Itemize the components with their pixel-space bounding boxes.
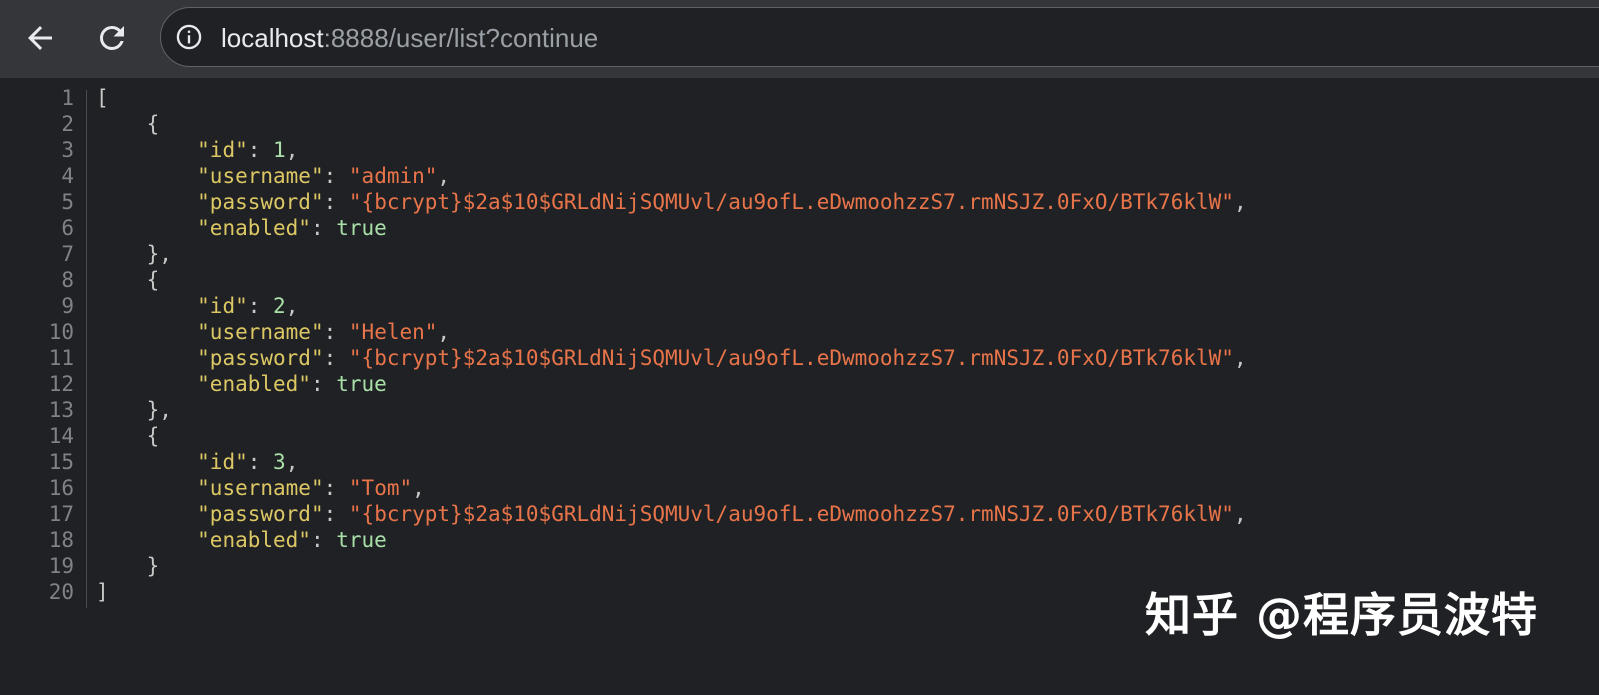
code-line: 11 "password": "{bcrypt}$2a$10$GRLdNijSQ… [8,345,1247,371]
line-number: 12 [48,372,74,396]
back-button[interactable] [16,14,64,62]
line-number: 1 [61,86,74,110]
line-number: 9 [61,294,74,318]
json-key-username: "username" [197,164,324,188]
url-path: :8888/user/list?continue [323,23,599,53]
line-number: 10 [48,320,74,344]
line-number: 6 [61,216,74,240]
code-line: 20] [8,579,1247,605]
code-line: 10 "username": "Helen", [8,319,1247,345]
code-line: 2 { [8,111,1247,137]
line-number: 4 [61,164,74,188]
user-enabled: true [336,528,387,552]
code-line: 16 "username": "Tom", [8,475,1247,501]
code-line: 15 "id": 3, [8,449,1247,475]
json-key-username: "username" [197,320,324,344]
code-line: 8 { [8,267,1247,293]
reload-button[interactable] [88,14,136,62]
user-username: Helen [361,320,425,344]
json-key-enabled: "enabled" [197,216,311,240]
address-bar[interactable]: localhost:8888/user/list?continue [160,7,1599,67]
user-username: admin [361,164,425,188]
line-number: 3 [61,138,74,162]
code-line: 9 "id": 2, [8,293,1247,319]
line-number: 13 [48,398,74,422]
user-username: Tom [361,476,400,500]
code-line: 12 "enabled": true [8,371,1247,397]
json-key-enabled: "enabled" [197,528,311,552]
line-number: 18 [48,528,74,552]
code-line: 4 "username": "admin", [8,163,1247,189]
code-line: 18 "enabled": true [8,527,1247,553]
line-number: 19 [48,554,74,578]
json-key-password: "password" [197,502,324,526]
info-circle-icon[interactable] [175,23,203,51]
user-id: 1 [273,138,286,162]
json-key-password: "password" [197,190,324,214]
code-line: 17 "password": "{bcrypt}$2a$10$GRLdNijSQ… [8,501,1247,527]
json-key-enabled: "enabled" [197,372,311,396]
json-key-id: "id" [197,450,248,474]
user-password: {bcrypt}$2a$10$GRLdNijSQMUvl/au9ofL.eDwm… [361,190,1222,214]
line-number: 11 [48,346,74,370]
line-number: 2 [61,112,74,136]
code-line: 6 "enabled": true [8,215,1247,241]
url-text[interactable]: localhost:8888/user/list?continue [221,23,598,53]
json-key-username: "username" [197,476,324,500]
url-host: localhost [221,23,324,53]
line-number: 14 [48,424,74,448]
code-line: 14 { [8,423,1247,449]
code-line: 19 } [8,553,1247,579]
code-line: 13 }, [8,397,1247,423]
json-key-id: "id" [197,138,248,162]
browser-toolbar: localhost:8888/user/list?continue [0,0,1599,78]
line-number: 5 [61,190,74,214]
line-number: 8 [61,268,74,292]
code-line: 5 "password": "{bcrypt}$2a$10$GRLdNijSQM… [8,189,1246,215]
user-enabled: true [336,372,387,396]
watermark: 知乎 @程序员波特 [1145,588,1539,642]
code-line: 1[ [8,85,1247,111]
line-number: 20 [48,580,74,604]
user-password: {bcrypt}$2a$10$GRLdNijSQMUvl/au9ofL.eDwm… [361,502,1222,526]
json-key-id: "id" [197,294,248,318]
user-enabled: true [336,216,387,240]
line-number: 16 [48,476,74,500]
json-key-password: "password" [197,346,324,370]
line-number: 7 [61,242,74,266]
code-line: 3 "id": 1, [8,137,1247,163]
arrow-left-icon [28,26,52,50]
gutter-divider [86,90,87,608]
user-id: 2 [273,294,286,318]
json-code: 1[ 2 { 3 "id": 1, 4 "username": "admin",… [8,85,1247,605]
code-line: 7 }, [8,241,1247,267]
user-id: 3 [273,450,286,474]
line-number: 17 [48,502,74,526]
reload-icon [99,25,124,50]
user-password: {bcrypt}$2a$10$GRLdNijSQMUvl/au9ofL.eDwm… [361,346,1222,370]
line-number: 15 [48,450,74,474]
